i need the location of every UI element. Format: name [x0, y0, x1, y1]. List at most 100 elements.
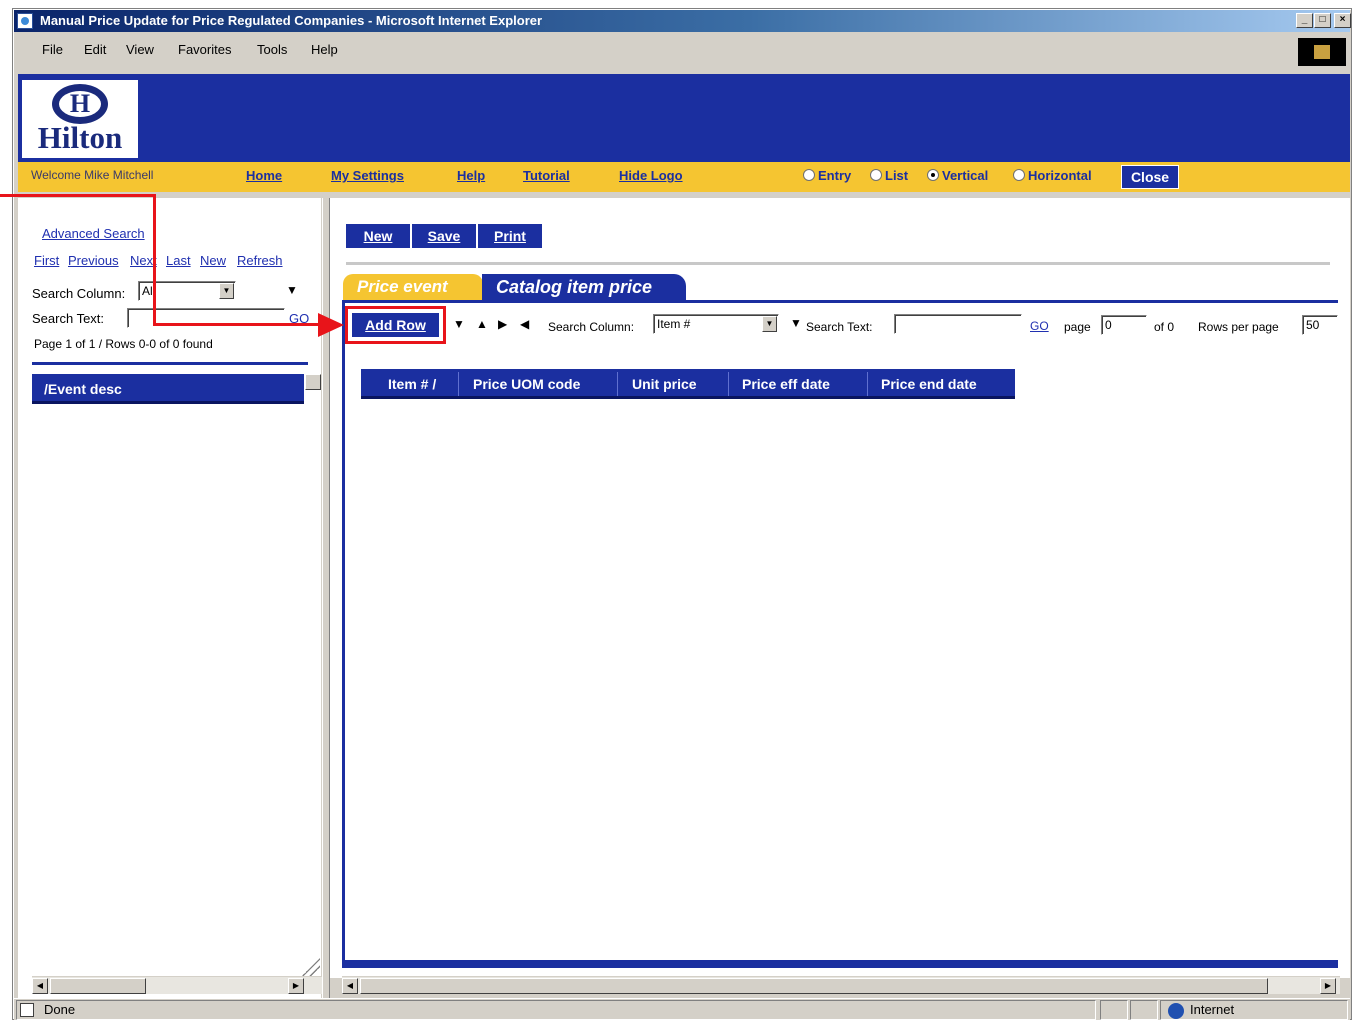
scroll-left-icon[interactable]: ◀ [342, 978, 358, 994]
sort-down-icon[interactable]: ▼ [790, 316, 802, 330]
grid-search-text-input[interactable] [894, 314, 1022, 334]
event-desc-column-header[interactable]: /Event desc [32, 374, 304, 404]
radio-horizontal[interactable]: Horizontal [1013, 168, 1092, 183]
left-first-link[interactable]: First [34, 253, 59, 268]
next-arrow-icon[interactable]: ▶ [498, 317, 507, 331]
grid-col-item-number[interactable]: Item # / [388, 369, 436, 399]
annotation-arrow-line [153, 194, 156, 326]
menu-view[interactable]: View [126, 42, 154, 57]
page-label: page [1064, 320, 1091, 334]
radio-list[interactable]: List [870, 168, 908, 183]
radio-entry-label: Entry [818, 168, 852, 183]
chevron-down-icon[interactable]: ▼ [219, 283, 234, 299]
zone-text: Internet [1190, 1002, 1235, 1017]
grid-search-column-select[interactable]: Item # ▼ [653, 314, 779, 334]
internet-globe-icon [1168, 1003, 1184, 1019]
status-segment [1100, 1000, 1128, 1020]
welcome-text: Welcome Mike Mitchell [31, 168, 154, 182]
tab-catalog-item-price[interactable]: Catalog item price [482, 274, 686, 300]
radio-horizontal-circle[interactable] [1013, 169, 1025, 181]
left-page-info: Page 1 of 1 / Rows 0-0 of 0 found [34, 337, 213, 351]
radio-list-circle[interactable] [870, 169, 882, 181]
left-scroll-thumb[interactable] [50, 978, 146, 994]
nav-hide-logo-link[interactable]: Hide Logo [619, 168, 683, 183]
grid-frame [342, 300, 1338, 968]
ie-page-icon [17, 13, 33, 29]
left-last-link[interactable]: Last [166, 253, 191, 268]
rows-per-page-input[interactable]: 50 [1302, 315, 1338, 335]
sort-down-icon[interactable]: ▼ [453, 317, 465, 331]
close-button[interactable]: Close [1121, 165, 1179, 189]
radio-entry-circle[interactable] [803, 169, 815, 181]
menu-edit[interactable]: Edit [84, 42, 106, 57]
radio-vertical[interactable]: Vertical [927, 168, 988, 183]
advanced-search-link[interactable]: Advanced Search [42, 226, 145, 241]
grid-col-separator [728, 372, 729, 396]
status-text: Done [44, 1002, 76, 1017]
grid-col-separator [458, 372, 459, 396]
grid-col-separator [867, 372, 868, 396]
page-number-input[interactable]: 0 [1101, 315, 1147, 335]
sort-down-icon[interactable]: ▼ [286, 283, 298, 297]
grid-col-unit-price[interactable]: Unit price [632, 369, 697, 399]
title-bar: Manual Price Update for Price Regulated … [14, 10, 1351, 32]
annotation-arrow-head-icon [318, 313, 344, 337]
grid-col-price-end-date[interactable]: Price end date [881, 369, 977, 399]
hilton-logo-text: Hilton [37, 120, 123, 155]
right-hscrollbar[interactable]: ◀ ▶ [342, 976, 1340, 994]
tab-price-event[interactable]: Price event [343, 274, 483, 300]
right-separator [346, 262, 1330, 265]
grid-search-text-label: Search Text: [806, 320, 873, 334]
right-scroll-thumb[interactable] [360, 978, 1268, 994]
header-banner [18, 74, 1350, 162]
radio-vertical-circle[interactable] [927, 169, 939, 181]
menu-file[interactable]: File [42, 42, 63, 57]
page-icon [20, 1003, 34, 1017]
add-row-button[interactable]: Add Row [352, 313, 439, 337]
rows-per-page-label: Rows per page [1198, 320, 1279, 334]
annotation-arrow-line [153, 323, 321, 326]
grid-col-separator [617, 372, 618, 396]
scroll-right-icon[interactable]: ▶ [1320, 978, 1336, 994]
close-window-button[interactable]: × [1334, 13, 1351, 28]
grid-col-price-uom-code[interactable]: Price UOM code [473, 369, 580, 399]
status-segment [16, 1000, 1096, 1020]
scroll-left-icon[interactable]: ◀ [32, 978, 48, 994]
chevron-down-icon[interactable]: ▼ [762, 316, 777, 332]
nav-tutorial-link[interactable]: Tutorial [523, 168, 570, 183]
new-button[interactable]: New [346, 224, 412, 248]
radio-horizontal-label: Horizontal [1028, 168, 1092, 183]
status-segment [1130, 1000, 1158, 1020]
grid-col-price-eff-date[interactable]: Price eff date [742, 369, 830, 399]
left-scroll-up-button[interactable] [305, 374, 321, 390]
menu-favorites[interactable]: Favorites [178, 42, 231, 57]
left-previous-link[interactable]: Previous [68, 253, 119, 268]
status-segment [1160, 1000, 1348, 1020]
menu-help[interactable]: Help [311, 42, 338, 57]
scroll-right-icon[interactable]: ▶ [288, 978, 304, 994]
resize-grip-icon[interactable] [302, 958, 320, 976]
maximize-button[interactable]: □ [1314, 13, 1331, 28]
prev-arrow-icon[interactable]: ◀ [520, 317, 529, 331]
minimize-button[interactable]: _ [1296, 13, 1313, 28]
nav-home-link[interactable]: Home [246, 168, 282, 183]
print-button[interactable]: Print [478, 224, 542, 248]
left-new-link[interactable]: New [200, 253, 226, 268]
sort-up-icon[interactable]: ▲ [476, 317, 488, 331]
left-refresh-link[interactable]: Refresh [237, 253, 283, 268]
grid-search-column-label: Search Column: [548, 320, 635, 334]
nav-help-link[interactable]: Help [457, 168, 485, 183]
menu-bar: File Edit View Favorites Tools Help [14, 34, 1350, 68]
radio-entry[interactable]: Entry [803, 168, 851, 183]
grid-go-link[interactable]: GO [1030, 319, 1049, 333]
annotation-arrow-line [0, 194, 156, 197]
nav-settings-link[interactable]: My Settings [331, 168, 404, 183]
left-hscrollbar[interactable]: ◀ ▶ [32, 976, 322, 994]
hilton-emblem-letter: H [69, 89, 91, 118]
radio-list-label: List [885, 168, 909, 183]
menu-tools[interactable]: Tools [257, 42, 287, 57]
left-separator [32, 362, 308, 365]
window-title: Manual Price Update for Price Regulated … [40, 13, 543, 28]
save-button[interactable]: Save [412, 224, 478, 248]
grid-frame-bottom [342, 960, 1338, 965]
